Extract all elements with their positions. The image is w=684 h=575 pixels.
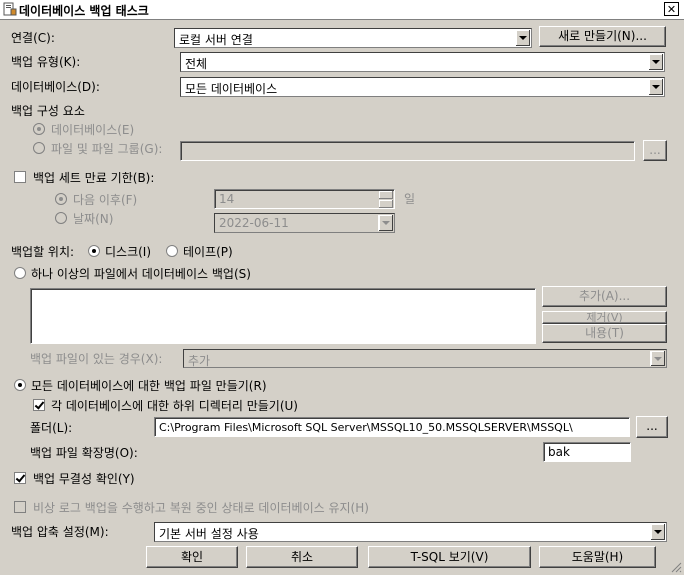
database-component-label: 데이터베이스(E) [51,123,135,137]
expire-days-unit: 일 [404,192,416,206]
across-files-label: 하나 이상의 파일에서 데이터베이스 백업(S) [31,267,251,281]
remove-file-button[interactable]: 제거(V) [542,311,667,324]
disk-radio[interactable] [88,245,100,257]
title-bar: 데이터베이스 백업 태스크 ✕ [0,0,684,20]
folder-browse-button[interactable]: ... [636,416,668,438]
extension-input[interactable]: bak [543,442,631,462]
expire-on-radio[interactable] [55,212,67,224]
calendar-dropdown-icon[interactable] [378,215,393,231]
tape-label: 테이프(P) [183,245,233,259]
per-db-label: 모든 데이터베이스에 대한 백업 파일 만들기(R) [31,379,267,393]
if-exists-label: 백업 파일이 있는 경우(X): [30,352,163,366]
tsql-button[interactable]: T-SQL 보기(V) [368,546,531,568]
expire-checkbox[interactable] [14,171,26,183]
if-exists-value: 추가 [188,354,211,368]
database-component-radio[interactable] [33,123,45,135]
ok-button[interactable]: 확인 [146,546,238,568]
expire-after-radio[interactable] [55,193,67,205]
add-file-button[interactable]: 추가(A)... [542,286,667,307]
spin-down-icon[interactable] [379,200,393,208]
backup-type-label: 백업 유형(K): [11,55,81,69]
backup-type-value: 전체 [185,57,208,71]
backup-components-label: 백업 구성 요소 [11,104,85,118]
chevron-down-icon[interactable] [650,351,665,366]
backup-type-select[interactable]: 전체 [180,52,665,72]
compression-label: 백업 압축 설정(M): [11,525,109,539]
close-icon: ✕ [666,3,677,16]
backup-files-list[interactable] [30,288,536,344]
tail-log-label: 비상 로그 백업을 수행하고 복원 중인 상태로 데이터베이스 유지(H) [33,501,369,515]
resize-grip-icon[interactable] [670,561,682,573]
help-button[interactable]: 도움말(H) [539,546,656,568]
expire-label: 백업 세트 만료 기한(B): [33,171,155,185]
folder-label: 폴더(L): [30,421,73,435]
contents-button[interactable]: 내용(T) [542,324,667,343]
folder-value: C:\Program Files\Microsoft SQL Server\MS… [159,421,573,434]
files-component-radio[interactable] [33,142,45,154]
databases-select[interactable]: 모든 데이터베이스 [180,77,665,97]
spin-up-icon[interactable] [379,191,393,199]
chevron-down-icon[interactable] [650,524,665,540]
expire-date-picker[interactable]: 2022-06-11 [214,213,395,233]
close-button[interactable]: ✕ [664,2,679,16]
verify-checkbox[interactable] [14,472,26,484]
extension-label: 백업 파일 확장명(O): [30,446,138,460]
files-input[interactable] [180,141,635,161]
connection-value: 로컬 서버 연결 [179,33,253,47]
per-db-radio[interactable] [14,379,26,391]
databases-label: 데이터베이스(D): [11,80,100,94]
files-component-label: 파일 및 파일 그룹(G): [51,142,163,156]
compression-value: 기본 서버 설정 사용 [159,527,259,541]
across-files-radio[interactable] [14,267,26,279]
disk-label: 디스크(I) [105,245,152,259]
expire-on-label: 날짜(N) [73,212,114,226]
window-title: 데이터베이스 백업 태스크 [19,4,149,18]
expire-after-label: 다음 이후(F) [73,193,138,207]
databases-value: 모든 데이터베이스 [185,82,278,96]
tape-radio[interactable] [166,245,178,257]
new-connection-button[interactable]: 새로 만들기(N)... [539,26,666,47]
subdir-checkbox[interactable] [33,399,45,411]
compression-select[interactable]: 기본 서버 설정 사용 [154,522,667,542]
chevron-down-icon[interactable] [648,79,663,95]
expire-days-stepper[interactable]: 14 [214,189,395,209]
tail-log-checkbox[interactable] [14,501,26,513]
connection-label: 연결(C): [11,31,55,45]
destination-label: 백업할 위치: [11,245,75,259]
verify-label: 백업 무결성 확인(Y) [33,472,135,486]
expire-days-value: 14 [219,192,235,206]
extension-value: bak [548,445,570,459]
if-exists-select[interactable]: 추가 [183,349,667,368]
expire-date-value: 2022-06-11 [219,216,289,230]
cancel-button[interactable]: 취소 [246,546,358,568]
connection-select[interactable]: 로컬 서버 연결 [174,28,532,48]
window-app-icon [3,2,17,16]
chevron-down-icon[interactable] [648,54,663,70]
subdir-label: 각 데이터베이스에 대한 하위 디렉터리 만들기(U) [51,399,298,413]
folder-input[interactable]: C:\Program Files\Microsoft SQL Server\MS… [154,417,630,437]
chevron-down-icon[interactable] [515,30,530,46]
files-browse-button[interactable]: ... [643,140,667,161]
